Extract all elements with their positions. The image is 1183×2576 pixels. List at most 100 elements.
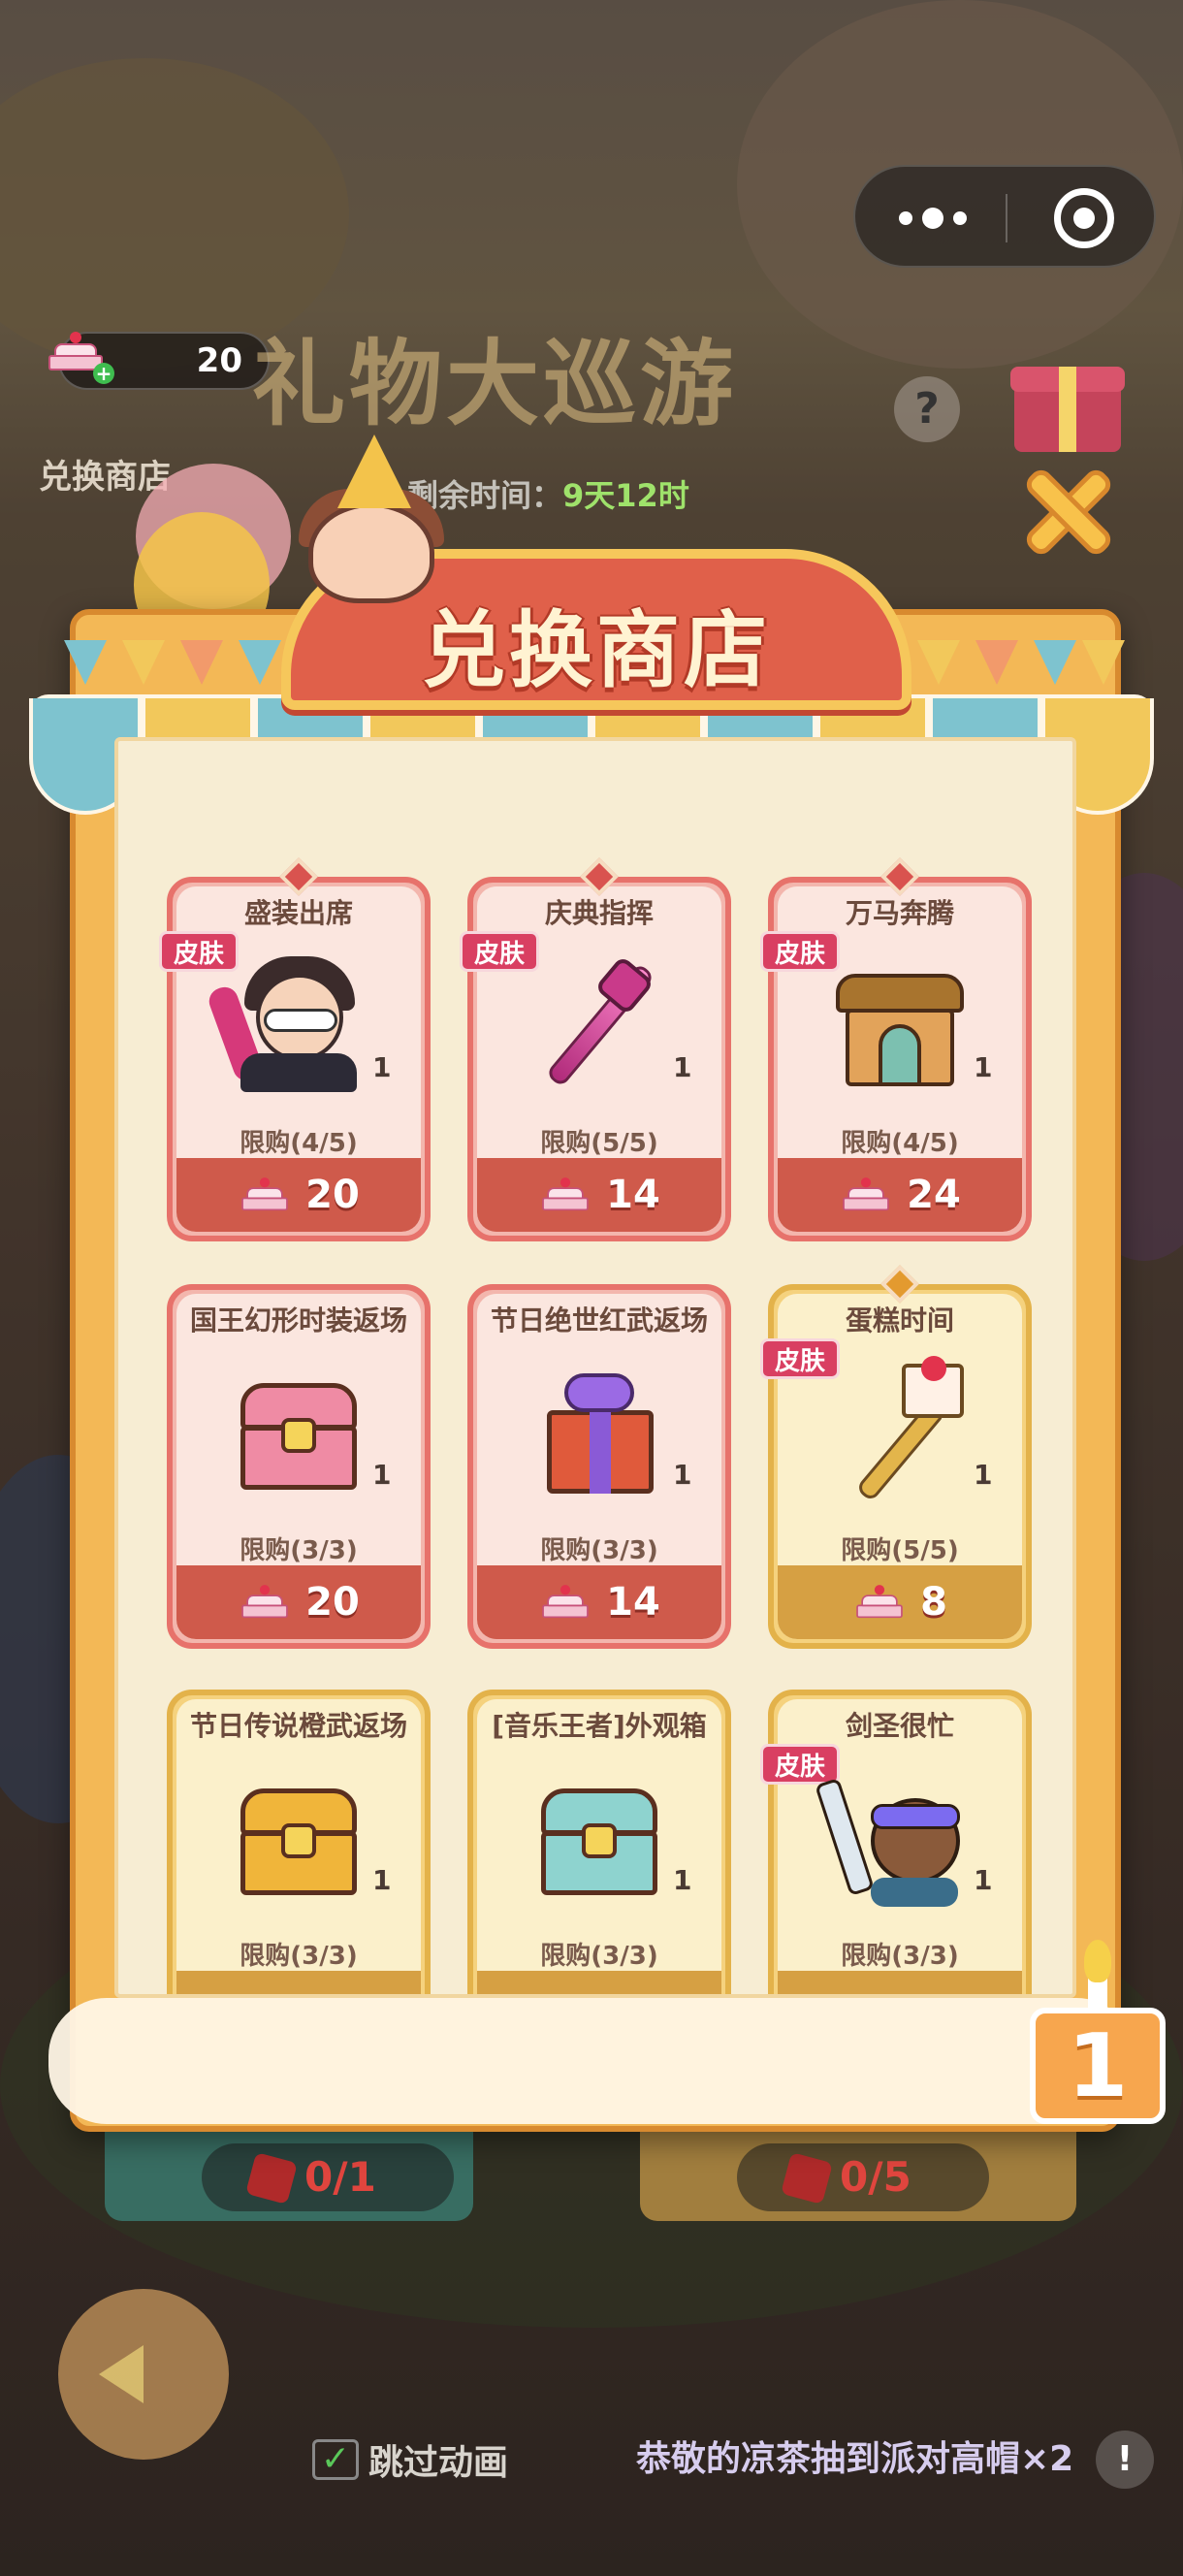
draw-five-count: 0/5 bbox=[840, 2153, 911, 2201]
shop-item-grid[interactable]: 盛装出席 皮肤 1 限购(4/5) 20 庆典指挥 皮肤 1 限购(5/5) 1… bbox=[114, 737, 1076, 1998]
capsule-divider bbox=[1006, 194, 1007, 242]
item-quantity: 1 bbox=[974, 1051, 993, 1083]
cake-token-icon bbox=[542, 1175, 589, 1213]
info-icon[interactable]: ! bbox=[1096, 2431, 1154, 2489]
price-value: 24 bbox=[907, 1173, 961, 1217]
price-button[interactable] bbox=[477, 1971, 721, 1994]
purchase-limit: 限购(3/3) bbox=[540, 1536, 658, 1565]
item-quantity: 1 bbox=[673, 1459, 692, 1491]
shop-item-card[interactable]: 节日传说橙武返场 1 限购(3/3) bbox=[167, 1690, 431, 1994]
skip-animation-label: 跳过动画 bbox=[368, 2443, 509, 2483]
draw-five-counter[interactable]: 0/5 bbox=[737, 2143, 989, 2211]
skin-tag: 皮肤 bbox=[760, 1338, 841, 1379]
item-name: 庆典指挥 bbox=[544, 897, 654, 929]
house-skin-icon bbox=[832, 956, 968, 1092]
back-button[interactable] bbox=[58, 2289, 229, 2460]
item-quantity: 1 bbox=[372, 1051, 392, 1083]
item-name: 蛋糕时间 bbox=[845, 1304, 954, 1336]
badge-number: 1 bbox=[1067, 2015, 1129, 2117]
shop-bottom-trim bbox=[48, 1998, 1135, 2124]
shop-item-card[interactable]: 国王幻形时装返场 1 限购(3/3) 20 bbox=[167, 1284, 431, 1649]
cake-token-icon bbox=[241, 1175, 288, 1213]
shop-item-card[interactable]: 节日绝世红武返场 1 限购(3/3) 14 bbox=[467, 1284, 731, 1649]
item-name: 节日传说橙武返场 bbox=[189, 1710, 407, 1742]
gold-chest-icon bbox=[231, 1769, 367, 1905]
price-value: 20 bbox=[305, 1580, 360, 1625]
price-value: 8 bbox=[920, 1580, 947, 1625]
price-button[interactable]: 14 bbox=[477, 1158, 721, 1232]
checkbox-checked-icon[interactable]: ✓ bbox=[312, 2439, 359, 2480]
skin-tag: 皮肤 bbox=[159, 931, 240, 972]
birthday-cake-badge: 1 bbox=[1020, 1940, 1175, 2134]
host-character-icon bbox=[287, 435, 467, 605]
close-mini-program-icon[interactable] bbox=[1054, 188, 1114, 248]
cake-token-icon bbox=[542, 1583, 589, 1621]
shop-item-card[interactable]: 剑圣很忙 皮肤 1 限购(3/3) bbox=[760, 1690, 1032, 1994]
help-icon[interactable]: ? bbox=[894, 376, 960, 442]
draw-once-count: 0/1 bbox=[304, 2153, 376, 2201]
dice-icon bbox=[781, 2152, 833, 2205]
skin-tag: 皮肤 bbox=[760, 931, 841, 972]
item-name: [音乐王者]外观箱 bbox=[492, 1710, 707, 1742]
purchase-limit: 限购(5/5) bbox=[841, 1536, 959, 1565]
cake-token-icon bbox=[843, 1175, 889, 1213]
cake-token-icon bbox=[856, 1583, 903, 1621]
purchase-limit: 限购(5/5) bbox=[540, 1129, 658, 1158]
pink-chest-icon bbox=[231, 1364, 367, 1499]
item-quantity: 1 bbox=[974, 1459, 993, 1491]
item-quantity: 1 bbox=[372, 1459, 392, 1491]
price-button[interactable]: 24 bbox=[778, 1158, 1022, 1232]
shop-entry-label[interactable]: 兑换商店 bbox=[39, 450, 171, 498]
purchase-limit: 限购(4/5) bbox=[841, 1129, 959, 1158]
price-value: 14 bbox=[606, 1173, 660, 1217]
item-name: 节日绝世红武返场 bbox=[490, 1304, 708, 1336]
price-button[interactable]: 20 bbox=[176, 1565, 421, 1639]
close-icon[interactable] bbox=[1021, 465, 1116, 560]
teal-chest-icon bbox=[531, 1769, 667, 1905]
event-title: 礼物大巡游 bbox=[252, 329, 737, 438]
item-quantity: 1 bbox=[673, 1864, 692, 1896]
price-button[interactable]: 20 bbox=[176, 1158, 421, 1232]
draw-once-counter[interactable]: 0/1 bbox=[202, 2143, 454, 2211]
skin-tag: 皮肤 bbox=[460, 931, 540, 972]
item-name: 万马奔腾 bbox=[845, 897, 954, 929]
cake-token-icon bbox=[241, 1583, 288, 1621]
gift-icon[interactable] bbox=[1010, 347, 1125, 454]
currency-value: 20 bbox=[196, 341, 242, 380]
cake-fork-icon bbox=[832, 1356, 968, 1503]
dice-icon bbox=[245, 2152, 298, 2205]
draw-notice: 恭敬的凉茶抽到派对高帽×2 bbox=[636, 2439, 1074, 2479]
price-value: 14 bbox=[606, 1580, 660, 1625]
purchase-limit: 限购(3/3) bbox=[841, 1942, 959, 1971]
item-quantity: 1 bbox=[974, 1864, 993, 1896]
shop-item-card[interactable]: 庆典指挥 皮肤 1 限购(5/5) 14 bbox=[460, 857, 731, 1241]
purchase-limit: 限购(3/3) bbox=[240, 1942, 358, 1971]
mini-program-capsule bbox=[853, 165, 1156, 268]
hero-skin-icon bbox=[205, 956, 367, 1092]
staff-skin-icon bbox=[531, 955, 667, 1092]
timer-value: 9天12时 bbox=[562, 477, 689, 514]
sword-hero-icon bbox=[815, 1769, 968, 1907]
purchase-limit: 限购(3/3) bbox=[240, 1536, 358, 1565]
price-button[interactable]: 14 bbox=[477, 1565, 721, 1639]
currency-counter[interactable]: + 20 bbox=[48, 332, 270, 390]
shop-item-card[interactable]: [音乐王者]外观箱 1 限购(3/3) bbox=[467, 1690, 731, 1994]
more-options-icon[interactable] bbox=[894, 201, 972, 236]
shop-item-card[interactable]: 万马奔腾 皮肤 1 限购(4/5) 24 bbox=[760, 857, 1032, 1241]
shop-item-card[interactable]: 盛装出席 皮肤 1 限购(4/5) 20 bbox=[159, 857, 431, 1241]
item-name: 盛装出席 bbox=[243, 897, 353, 929]
item-quantity: 1 bbox=[372, 1864, 392, 1896]
shop-item-card[interactable]: 蛋糕时间 皮肤 1 限购(5/5) 8 bbox=[760, 1265, 1032, 1649]
item-quantity: 1 bbox=[673, 1051, 692, 1083]
purchase-limit: 限购(4/5) bbox=[240, 1129, 358, 1158]
price-value: 20 bbox=[305, 1173, 360, 1217]
skip-animation-toggle[interactable]: ✓ 跳过动画 bbox=[312, 2434, 508, 2485]
item-name: 剑圣很忙 bbox=[845, 1710, 954, 1742]
gift-box-icon bbox=[531, 1364, 667, 1499]
item-name: 国王幻形时装返场 bbox=[189, 1304, 407, 1336]
price-button[interactable]: 8 bbox=[778, 1565, 1022, 1639]
skin-tag: 皮肤 bbox=[760, 1744, 841, 1785]
plus-icon[interactable]: + bbox=[93, 363, 114, 384]
price-button[interactable] bbox=[778, 1971, 1022, 1994]
price-button[interactable] bbox=[176, 1971, 421, 1994]
